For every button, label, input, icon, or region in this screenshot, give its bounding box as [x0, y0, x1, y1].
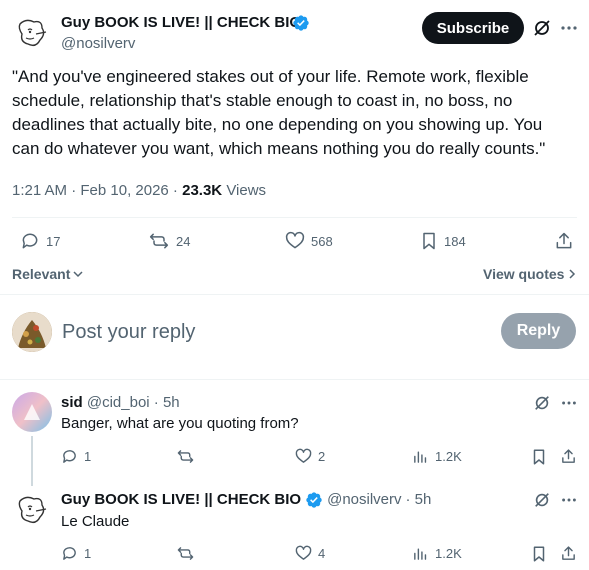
avatar-sketch-icon: [18, 19, 47, 47]
reply-count: 1: [84, 546, 92, 561]
sort-dropdown[interactable]: Relevant: [12, 265, 84, 283]
reply-avatar[interactable]: [12, 392, 52, 432]
views-count: 1.2K: [435, 546, 462, 561]
more-options-icon[interactable]: [560, 491, 578, 509]
grok-icon[interactable]: [533, 491, 551, 509]
views-count: 1.2K: [435, 449, 462, 464]
grok-icon[interactable]: [532, 18, 552, 38]
repost-icon: [177, 450, 194, 463]
like-count: 568: [311, 233, 333, 249]
reply-handle[interactable]: @nosilverv: [327, 490, 401, 510]
analytics-icon: [414, 548, 427, 560]
bookmark-icon[interactable]: [531, 545, 547, 563]
views-action[interactable]: 1.2K: [412, 545, 462, 562]
like-action[interactable]: 4: [295, 545, 325, 562]
chevron-right-icon: [569, 269, 576, 279]
repost-action[interactable]: [176, 448, 201, 465]
repost-icon: [177, 547, 194, 560]
reply-author-name[interactable]: sid: [61, 394, 83, 411]
thread-line: [31, 436, 33, 486]
reply-action[interactable]: 17: [20, 231, 60, 251]
bookmark-action[interactable]: 184: [420, 231, 466, 251]
author-handle[interactable]: @nosilverv: [61, 34, 135, 54]
avatar-sketch-icon: [18, 496, 47, 524]
reply-action[interactable]: 1: [61, 545, 91, 562]
reply-icon: [63, 547, 76, 560]
views-label: Views: [226, 182, 267, 199]
verified-badge-icon: [306, 492, 322, 508]
reply-icon: [63, 450, 76, 463]
views-action[interactable]: 1.2K: [412, 448, 462, 465]
verified-badge-icon: [293, 15, 309, 31]
reply-handle[interactable]: @cid_boi: [87, 394, 150, 411]
reply-count: 1: [84, 449, 92, 464]
views-count: 23.3K: [182, 182, 223, 199]
like-action[interactable]: 568: [285, 231, 333, 251]
reply-author-name[interactable]: Guy BOOK IS LIVE! || CHECK BIO: [61, 490, 301, 510]
view-quotes-link[interactable]: View quotes: [483, 265, 577, 283]
heart-icon: [295, 448, 312, 463]
reply-header: sid @cid_boi · 5h: [61, 393, 180, 413]
repost-action[interactable]: [176, 545, 201, 562]
more-options-icon[interactable]: [560, 394, 578, 412]
bookmark-icon: [423, 232, 435, 250]
share-icon[interactable]: [560, 545, 577, 562]
avatar-image-icon: [12, 312, 52, 352]
divider: [0, 379, 589, 380]
share-icon[interactable]: [554, 231, 574, 251]
more-options-icon[interactable]: [559, 18, 579, 38]
divider: [0, 294, 589, 295]
subscribe-button[interactable]: Subscribe: [422, 12, 524, 44]
reply-input[interactable]: Post your reply: [62, 319, 482, 345]
heart-icon: [295, 545, 312, 560]
reply-time[interactable]: · 5h: [154, 394, 180, 411]
reply-time[interactable]: · 5h: [406, 490, 432, 510]
reply-button[interactable]: Reply: [501, 313, 576, 349]
like-count: 2: [318, 449, 326, 464]
analytics-icon: [414, 451, 427, 463]
heart-icon: [285, 231, 305, 249]
repost-action[interactable]: 24: [148, 231, 190, 251]
post-timestamp[interactable]: 1:21 AM · Feb 10, 2026 ·: [12, 182, 182, 199]
reply-action[interactable]: 1: [61, 448, 91, 465]
view-quotes-label: View quotes: [483, 266, 565, 282]
grok-icon[interactable]: [533, 394, 551, 412]
author-avatar[interactable]: [12, 14, 52, 54]
my-avatar[interactable]: [12, 312, 52, 352]
author-name[interactable]: Guy BOOK IS LIVE! || CHECK BIO: [61, 13, 301, 33]
chevron-down-icon: [73, 271, 83, 278]
bookmark-icon[interactable]: [531, 448, 547, 466]
post-meta: 1:21 AM · Feb 10, 2026 · 23.3K Views: [12, 181, 266, 201]
like-count: 4: [318, 546, 326, 561]
bookmark-count: 184: [444, 233, 466, 249]
reply-avatar[interactable]: [12, 491, 52, 531]
reply-text: Le Claude: [61, 513, 130, 530]
avatar-image-icon: [12, 392, 52, 432]
reply-icon: [22, 233, 38, 249]
like-action[interactable]: 2: [295, 448, 325, 465]
post-text: "And you've engineered stakes out of you…: [12, 67, 546, 158]
reply-text: Banger, what are you quoting from?: [61, 415, 299, 432]
reply-count: 17: [46, 233, 61, 249]
repost-icon: [149, 233, 169, 249]
share-icon[interactable]: [560, 448, 577, 465]
reply-header: Guy BOOK IS LIVE! || CHECK BIO @nosilver…: [61, 490, 431, 510]
sort-label: Relevant: [12, 266, 71, 282]
repost-count: 24: [176, 233, 191, 249]
divider: [12, 217, 577, 218]
